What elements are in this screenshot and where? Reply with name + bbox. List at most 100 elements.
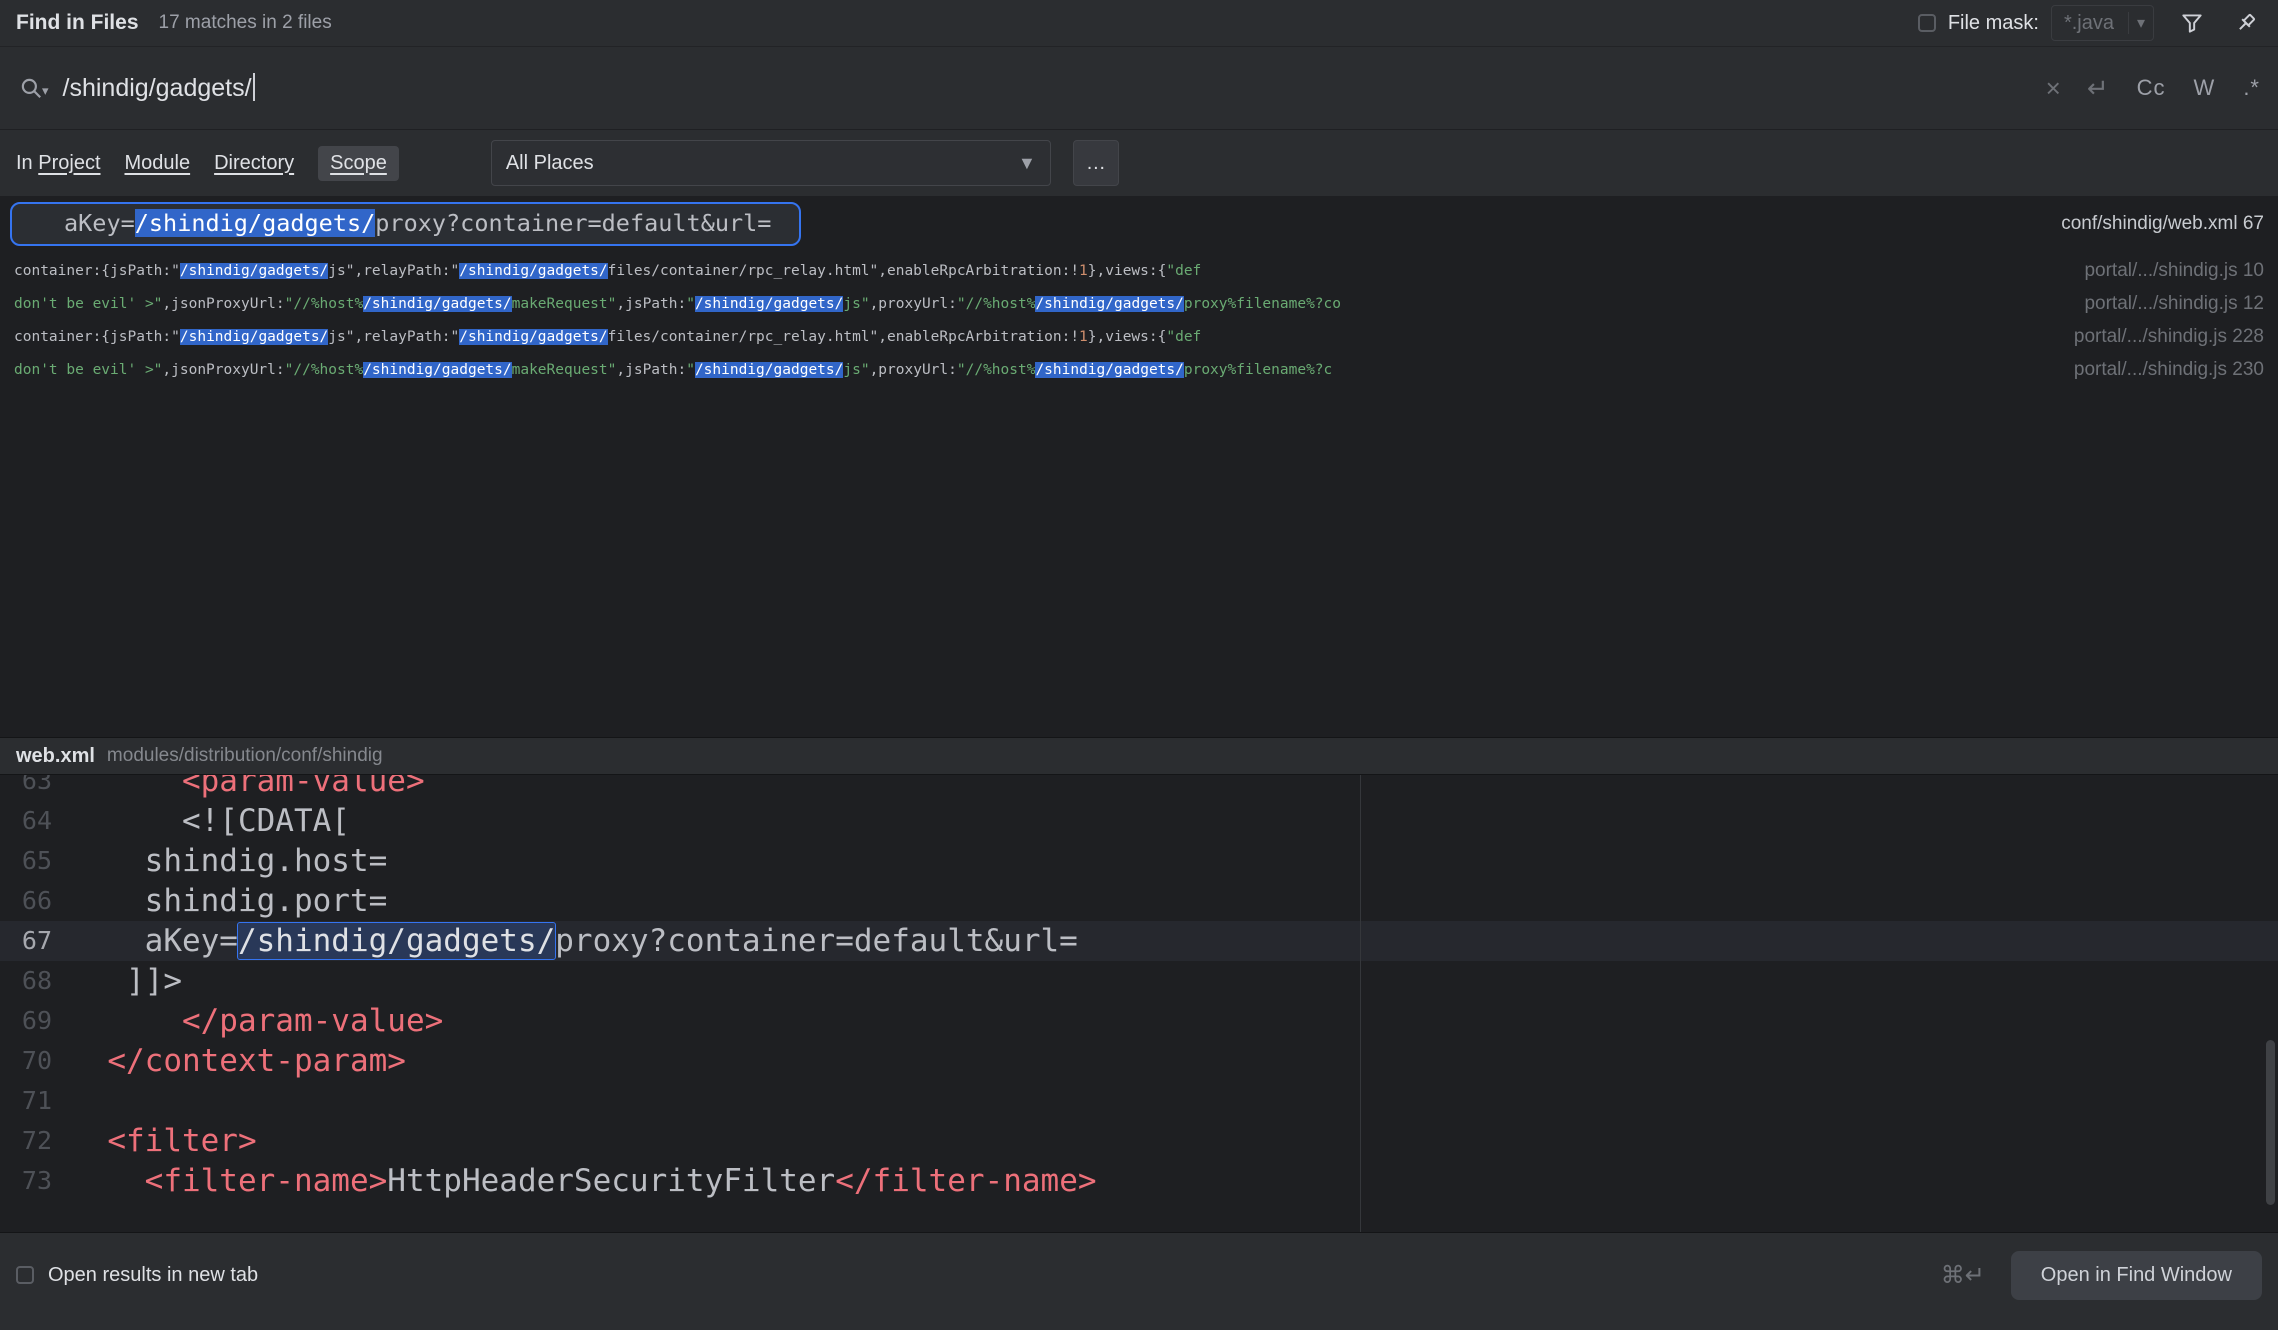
match-case-toggle[interactable]: Cc: [2137, 75, 2166, 101]
footer-bar: Open results in new tab ⌘↵ Open in Find …: [0, 1232, 2278, 1330]
text-segment: don't be evil' >": [14, 362, 162, 378]
regex-toggle[interactable]: .*: [2243, 75, 2260, 101]
new-line-icon[interactable]: ↵: [2087, 73, 2109, 104]
line-number: 63: [0, 775, 52, 801]
text-segment: </param-value>: [182, 1003, 443, 1039]
code-line: 65 shindig.host=: [0, 841, 2278, 881]
find-in-files-dialog: Find in Files 17 matches in 2 files File…: [0, 0, 2278, 1330]
text-segment: [70, 775, 182, 799]
text-segment: ": [686, 296, 695, 312]
chevron-down-icon: ▾: [2137, 13, 2145, 33]
text-caret: [253, 73, 255, 101]
text-segment: files/container/rpc_relay.html",enableRp…: [608, 263, 1079, 279]
code-text: <filter-name>HttpHeaderSecurityFilter</f…: [70, 1161, 1097, 1201]
text-segment: },views:{: [1088, 329, 1167, 345]
hard-wrap-guide: [1360, 775, 1361, 1232]
scope-more-button[interactable]: …: [1073, 140, 1119, 186]
shortcut-hint: ⌘↵: [1941, 1261, 1985, 1289]
line-number: 70: [0, 1041, 52, 1081]
code-text: <filter>: [70, 1121, 257, 1161]
text-segment: ,jsPath:: [616, 296, 686, 312]
result-row[interactable]: don't be evil' >",jsonProxyUrl:"//%host%…: [0, 287, 2278, 320]
text-segment: "//%host%: [957, 362, 1036, 378]
result-location: portal/.../shindig.js 10: [2066, 260, 2264, 282]
scope-option-module[interactable]: Module: [125, 152, 191, 175]
filter-icon[interactable]: [2176, 7, 2208, 39]
text-segment: ,proxyUrl:: [870, 362, 957, 378]
text-segment: [70, 1003, 182, 1039]
result-row[interactable]: don't be evil' >",jsonProxyUrl:"//%host%…: [0, 353, 2278, 386]
line-number: 69: [0, 1001, 52, 1041]
match-highlight: /shindig/gadgets/: [695, 362, 843, 378]
search-history-button[interactable]: ▾: [18, 75, 49, 101]
open-results-new-tab-checkbox[interactable]: [16, 1266, 34, 1284]
result-match-text: don't be evil' >",jsonProxyUrl:"//%host%…: [14, 296, 1341, 312]
file-mask-combo[interactable]: *.java ▾: [2051, 5, 2154, 41]
text-segment: 1: [1079, 263, 1088, 279]
clear-search-icon[interactable]: ×: [2046, 73, 2061, 104]
text-segment: "//%host%: [285, 362, 364, 378]
all-places-combo[interactable]: All Places ▼: [491, 140, 1051, 186]
code-text: ]]>: [70, 961, 182, 1001]
result-location: portal/.../shindig.js 230: [2056, 359, 2264, 381]
scope-option-scope[interactable]: Scope: [318, 146, 399, 181]
text-segment: [70, 1163, 145, 1199]
scope-option-project[interactable]: In Project: [16, 152, 101, 175]
text-segment: js",relayPath:": [328, 329, 459, 345]
line-number: 72: [0, 1121, 52, 1161]
text-segment: ,jsonProxyUrl:: [162, 296, 284, 312]
file-mask-checkbox[interactable]: [1918, 14, 1936, 32]
text-segment: [70, 1043, 107, 1079]
editor-scrollbar-thumb[interactable]: [2266, 1040, 2275, 1205]
code-line: 66 shindig.port=: [0, 881, 2278, 921]
file-mask-value: *.java: [2064, 12, 2114, 35]
text-segment: js",relayPath:": [328, 263, 459, 279]
text-segment: "def: [1166, 263, 1201, 279]
match-highlight: /shindig/gadgets/: [363, 296, 511, 312]
words-toggle[interactable]: W: [2194, 75, 2216, 101]
line-number: 65: [0, 841, 52, 881]
code-text: shindig.host=: [70, 841, 387, 881]
text-segment: "//%host%: [285, 296, 364, 312]
text-segment: </context-param>: [107, 1043, 406, 1079]
text-segment: ,jsPath:: [616, 362, 686, 378]
text-segment: ]]>: [70, 963, 182, 999]
search-input[interactable]: /shindig/gadgets/: [63, 73, 2020, 103]
text-segment: js": [843, 362, 869, 378]
text-segment: makeRequest": [512, 296, 617, 312]
text-segment: shindig.host=: [70, 843, 387, 879]
open-in-find-window-button[interactable]: Open in Find Window: [2011, 1251, 2262, 1300]
pin-icon[interactable]: [2230, 7, 2262, 39]
scope-option-label: Directory: [214, 152, 294, 174]
match-highlight: /shindig/gadgets/: [459, 329, 607, 345]
search-bar: ▾ /shindig/gadgets/ × ↵ Cc W .*: [0, 47, 2278, 130]
result-row[interactable]: container:{jsPath:"/shindig/gadgets/js",…: [0, 254, 2278, 287]
code-line: 68 ]]>: [0, 961, 2278, 1001]
result-row[interactable]: container:{jsPath:"/shindig/gadgets/js",…: [0, 320, 2278, 353]
scope-option-directory[interactable]: Directory: [214, 152, 294, 175]
code-line: 72 <filter>: [0, 1121, 2278, 1161]
preview-header: web.xml modules/distribution/conf/shindi…: [0, 737, 2278, 775]
result-row-selected[interactable]: aKey=/shindig/gadgets/proxy?container=de…: [0, 202, 2278, 246]
code-preview-editor[interactable]: 63 <param-value>64 <![CDATA[65 shindig.h…: [0, 775, 2278, 1232]
all-places-value: All Places: [506, 152, 1018, 175]
code-line: 63 <param-value>: [0, 775, 2278, 801]
combo-separator: [2128, 12, 2129, 34]
text-segment: ": [686, 362, 695, 378]
text-segment: js": [843, 296, 869, 312]
text-segment: container:{jsPath:": [14, 263, 180, 279]
text-segment: proxy%filename%?c: [1184, 362, 1332, 378]
text-segment: "//%host%: [957, 296, 1036, 312]
result-location: conf/shindig/web.xml 67: [2043, 213, 2264, 235]
results-list: aKey=/shindig/gadgets/proxy?container=de…: [0, 196, 2278, 737]
code-text: <![CDATA[: [70, 801, 350, 841]
text-segment: shindig.port=: [70, 883, 387, 919]
scope-tabs: In Project Module Directory Scope: [16, 146, 423, 181]
text-segment: aKey=: [70, 923, 238, 959]
code-line: 73 <filter-name>HttpHeaderSecurityFilter…: [0, 1161, 2278, 1201]
text-segment: don't be evil' >": [14, 296, 162, 312]
chevron-down-icon: ▾: [42, 83, 49, 99]
line-number: 66: [0, 881, 52, 921]
code-line: 64 <![CDATA[: [0, 801, 2278, 841]
code-text: </context-param>: [70, 1041, 406, 1081]
